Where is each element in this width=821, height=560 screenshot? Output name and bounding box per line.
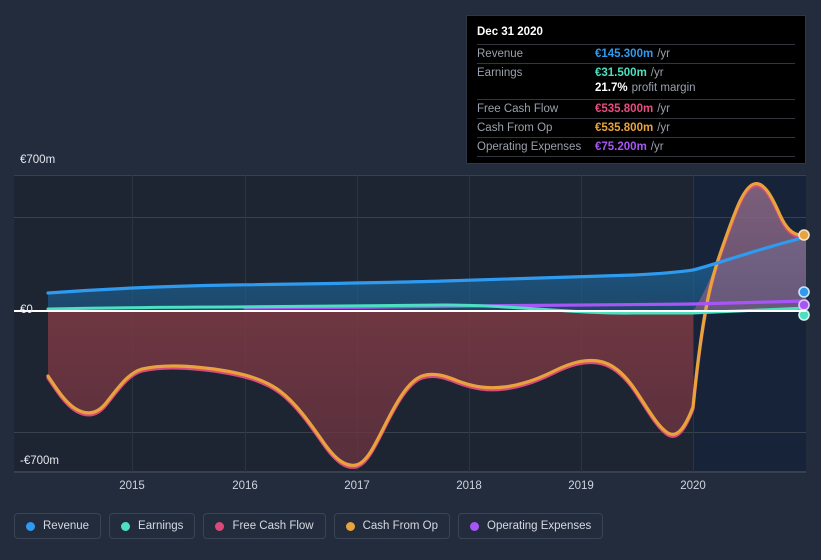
legend-label-operating-expenses: Operating Expenses [487, 520, 592, 532]
tooltip-unit-operating-expenses: /yr [650, 141, 664, 153]
x-axis-label-2017: 2017 [344, 480, 370, 492]
legend-item-earnings[interactable]: Earnings [109, 513, 196, 539]
chart-legend: Revenue Earnings Free Cash Flow Cash Fro… [14, 513, 604, 539]
tooltip-value-free-cash-flow: €535.800m [595, 103, 654, 115]
endpoint-marker-cash-from-op[interactable] [798, 229, 810, 241]
tooltip-value-profit-margin: 21.7% [595, 82, 628, 94]
legend-label-revenue: Revenue [43, 520, 90, 532]
zero-baseline [14, 310, 806, 312]
legend-item-revenue[interactable]: Revenue [14, 513, 102, 539]
legend-item-cash-from-op[interactable]: Cash From Op [333, 513, 451, 539]
tooltip-row-earnings: Earnings €31.500m /yr [477, 63, 795, 82]
tooltip-row-profit-margin: 21.7% profit margin [477, 82, 795, 99]
tooltip-row-free-cash-flow: Free Cash Flow €535.800m /yr [477, 99, 795, 118]
x-axis-label-2015: 2015 [119, 480, 145, 492]
endpoint-marker-operating-expenses[interactable] [798, 299, 810, 311]
legend-label-earnings: Earnings [138, 520, 184, 532]
tooltip-label-earnings: Earnings [477, 67, 523, 79]
financial-chart-panel: €700m €0 -€700m 2015 2016 2017 2018 2019… [0, 0, 821, 560]
legend-label-cash-from-op: Cash From Op [362, 520, 439, 532]
y-axis-label-bottom: -€700m [20, 455, 59, 467]
tooltip-unit-earnings: /yr [650, 67, 664, 79]
tooltip-label-free-cash-flow: Free Cash Flow [477, 103, 559, 115]
tooltip-label-operating-expenses: Operating Expenses [477, 141, 582, 153]
cashflow-negative-area [48, 311, 693, 466]
legend-label-free-cash-flow: Free Cash Flow [232, 520, 314, 532]
tooltip-unit-profit-margin: profit margin [631, 82, 696, 94]
y-axis-label-top: €700m [20, 154, 56, 166]
tooltip-value-cash-from-op: €535.800m [595, 122, 654, 134]
tooltip-date: Dec 31 2020 [477, 26, 543, 38]
tooltip-label-revenue: Revenue [477, 48, 524, 60]
x-axis-line [14, 472, 806, 473]
x-axis-label-2018: 2018 [456, 480, 482, 492]
legend-dot-cash-from-op-icon [345, 521, 355, 531]
endpoint-marker-revenue[interactable] [798, 286, 810, 298]
tooltip-unit-free-cash-flow: /yr [657, 103, 670, 115]
tooltip-value-revenue: €145.300m [595, 48, 654, 60]
revenue-area [48, 237, 806, 311]
tooltip-row-cash-from-op: Cash From Op €535.800m /yr [477, 118, 795, 137]
tooltip-row-operating-expenses: Operating Expenses €75.200m /yr [477, 137, 795, 157]
tooltip-row-revenue: Revenue €145.300m /yr [477, 44, 795, 63]
tooltip-value-operating-expenses: €75.200m [595, 141, 647, 153]
tooltip-value-earnings: €31.500m [595, 67, 647, 79]
x-axis-label-2019: 2019 [568, 480, 594, 492]
legend-item-operating-expenses[interactable]: Operating Expenses [458, 513, 604, 539]
chart-plot-area [14, 175, 810, 472]
tooltip-unit-revenue: /yr [657, 48, 670, 60]
chart-series-svg [46, 182, 810, 469]
x-axis-label-2020: 2020 [680, 480, 706, 492]
legend-dot-operating-expenses-icon [470, 521, 480, 531]
legend-dot-free-cash-flow-icon [215, 521, 225, 531]
x-axis-label-2016: 2016 [232, 480, 258, 492]
legend-item-free-cash-flow[interactable]: Free Cash Flow [203, 513, 326, 539]
tooltip-label-cash-from-op: Cash From Op [477, 122, 553, 134]
chart-tooltip: Dec 31 2020 Revenue €145.300m /yr Earnin… [466, 15, 806, 164]
y-axis-label-zero: €0 [20, 304, 33, 316]
tooltip-unit-cash-from-op: /yr [657, 122, 670, 134]
legend-dot-earnings-icon [121, 521, 131, 531]
legend-dot-revenue-icon [26, 521, 35, 531]
